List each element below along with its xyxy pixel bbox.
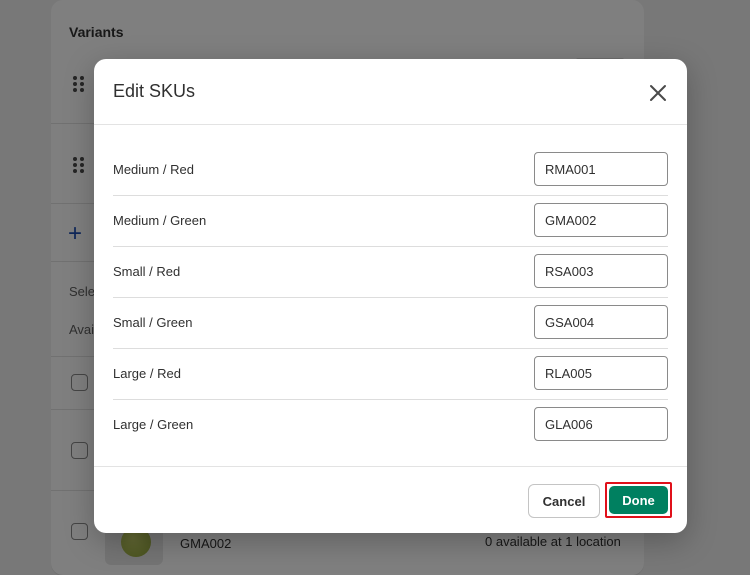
cancel-button[interactable]: Cancel xyxy=(528,484,600,518)
variant-label: Small / Green xyxy=(113,315,193,330)
sku-input[interactable] xyxy=(534,203,668,237)
variant-label: Large / Green xyxy=(113,417,194,432)
sku-input[interactable] xyxy=(534,152,668,186)
sku-row: Large / Red xyxy=(113,349,668,400)
sku-row: Small / Red xyxy=(113,247,668,298)
close-icon xyxy=(650,85,666,101)
variant-label: Medium / Red xyxy=(113,162,194,177)
modal-title: Edit SKUs xyxy=(113,81,196,101)
sku-row: Medium / Red xyxy=(113,145,668,196)
sku-row: Small / Green xyxy=(113,298,668,349)
variant-label: Medium / Green xyxy=(113,213,207,228)
sku-input[interactable] xyxy=(534,407,668,441)
sku-list: Medium / Red Medium / Green Small / Red … xyxy=(94,125,687,467)
variant-label: Small / Red xyxy=(113,264,181,279)
done-button[interactable]: Done xyxy=(609,486,668,514)
sku-input[interactable] xyxy=(534,305,668,339)
close-button[interactable] xyxy=(644,79,672,107)
sku-input[interactable] xyxy=(534,254,668,288)
variant-label: Large / Red xyxy=(113,366,181,381)
sku-row: Large / Green xyxy=(113,400,668,451)
sku-row: Medium / Green xyxy=(113,196,668,247)
done-button-highlight: Done xyxy=(605,482,672,518)
sku-input[interactable] xyxy=(534,356,668,390)
modal-header: Edit SKUs xyxy=(94,59,687,125)
edit-skus-modal: Edit SKUs Medium / Red Medium / Green Sm… xyxy=(94,59,687,533)
modal-footer: Cancel xyxy=(94,466,687,533)
